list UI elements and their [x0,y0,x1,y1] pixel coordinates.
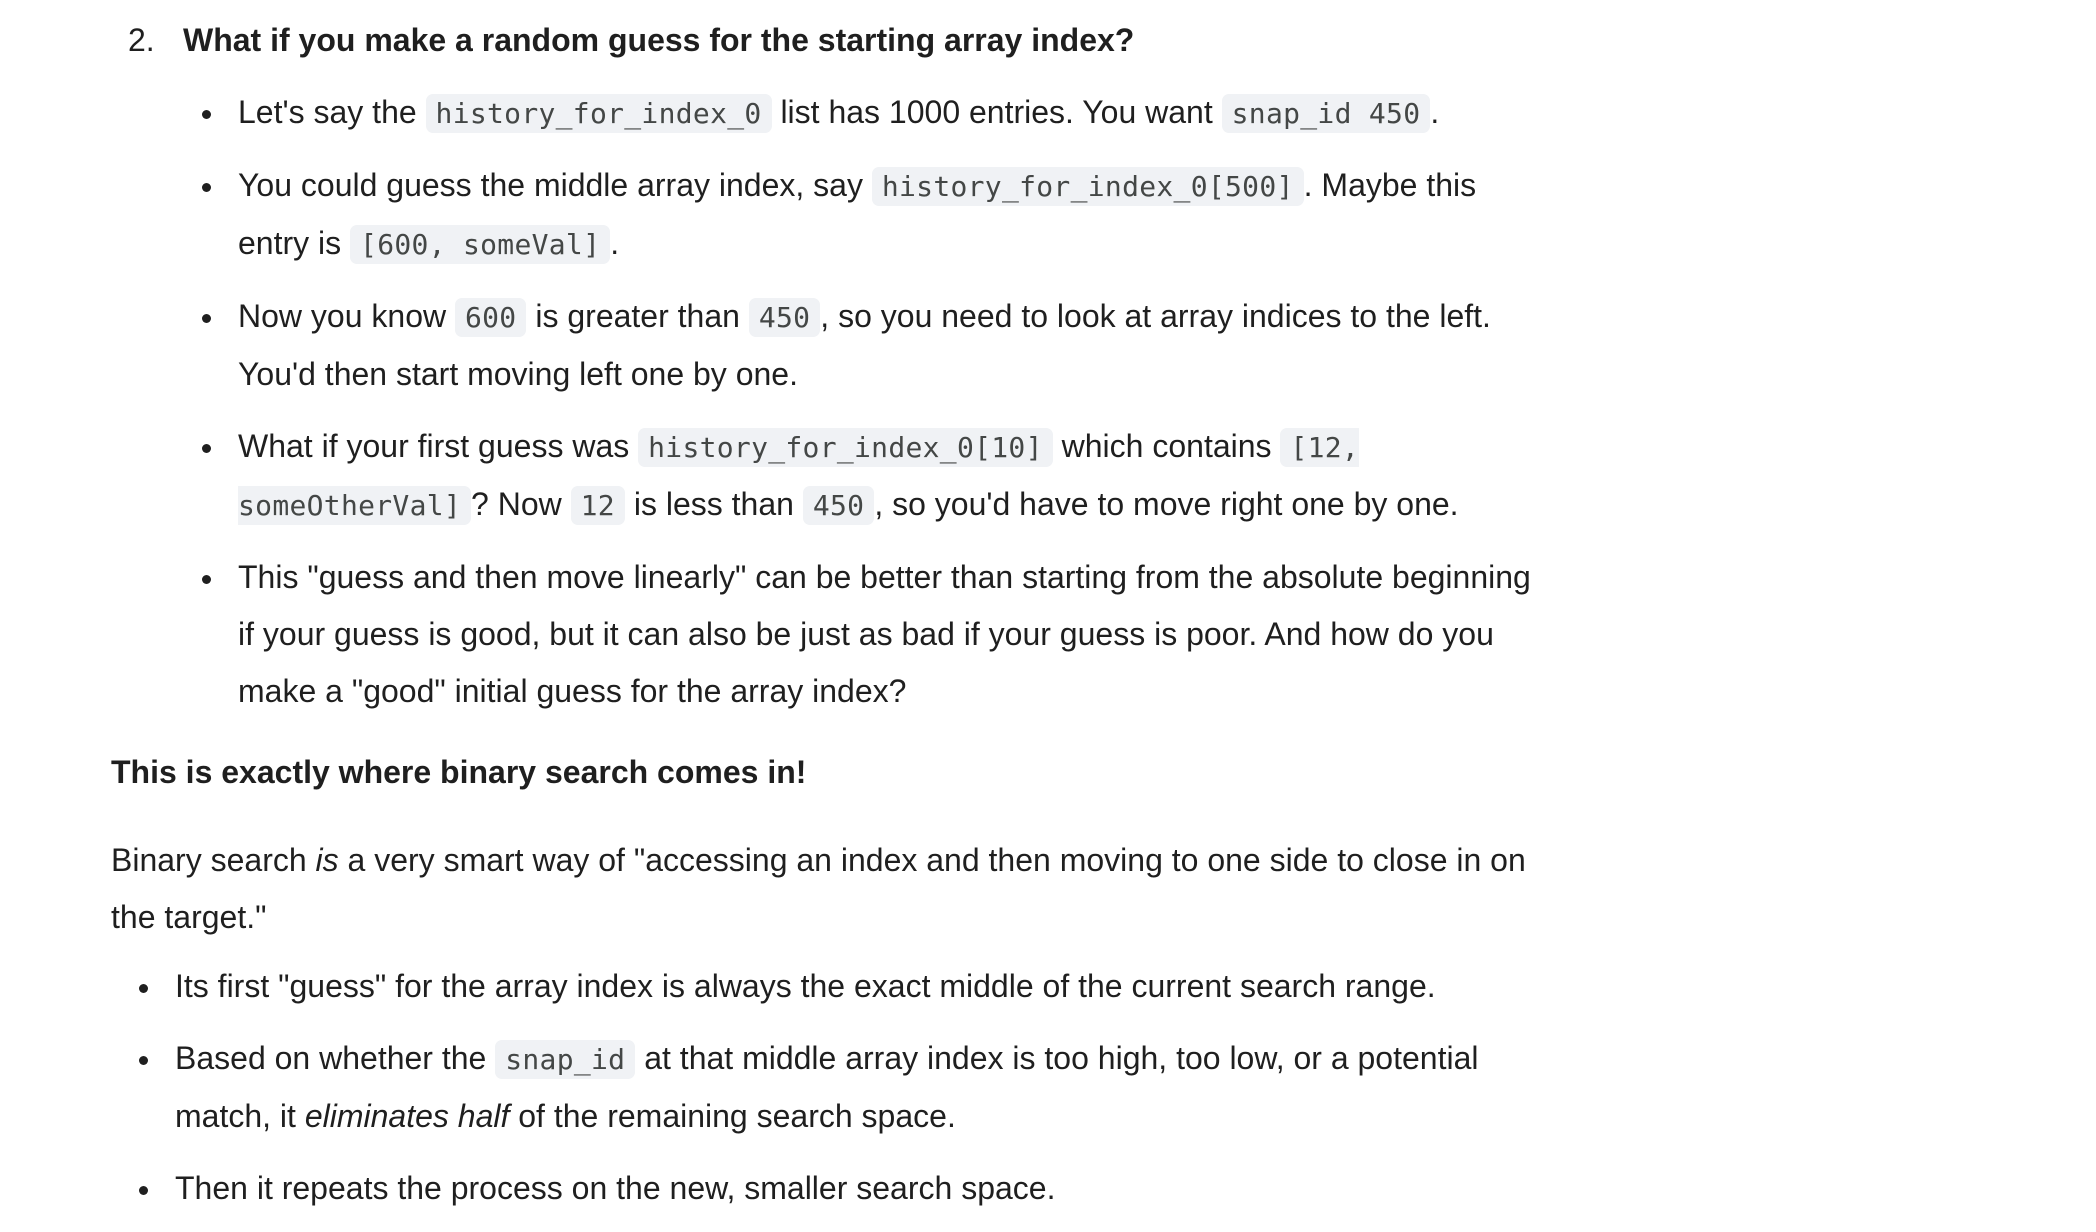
bullet-list-binary-search: Its first "guess" for the array index is… [130,958,1550,1232]
list-item: You could guess the middle array index, … [193,157,1548,273]
inline-code: snap_id 450 [1221,94,1431,133]
paragraph: Binary search is a very smart way of "ac… [111,842,1526,935]
list-item: This "guess and then move linearly" can … [193,549,1548,720]
bullet-list-guessing: Let's say the history_for_index_0 list h… [193,84,1548,735]
list-number: 2. [128,22,155,58]
inline-code: 600 [454,298,527,337]
inline-code: [600, someVal] [350,225,611,264]
list-item: Based on whether the snap_id at that mid… [130,1030,1550,1145]
inline-code: snap_id [495,1040,636,1079]
list-item: Then it repeats the process on the new, … [130,1160,1550,1217]
question-heading: What if you make a random guess for the … [183,22,1135,58]
list-item: Let's say the history_for_index_0 list h… [193,84,1548,142]
bold-statement: This is exactly where binary search come… [111,754,807,790]
inline-code: history_for_index_0 [425,94,772,133]
document-body: 2. What if you make a random guess for t… [0,0,2096,1232]
list-item: What if your first guess was history_for… [193,418,1548,534]
inline-code: 450 [748,298,821,337]
inline-code: history_for_index_0[10] [638,428,1053,467]
inline-code: 450 [802,486,875,525]
list-item: Now you know 600 is greater than 450, so… [193,288,1548,403]
list-item: Its first "guess" for the array index is… [130,958,1550,1015]
inline-code: 12 [570,486,625,525]
inline-code: history_for_index_0[500] [871,167,1304,206]
